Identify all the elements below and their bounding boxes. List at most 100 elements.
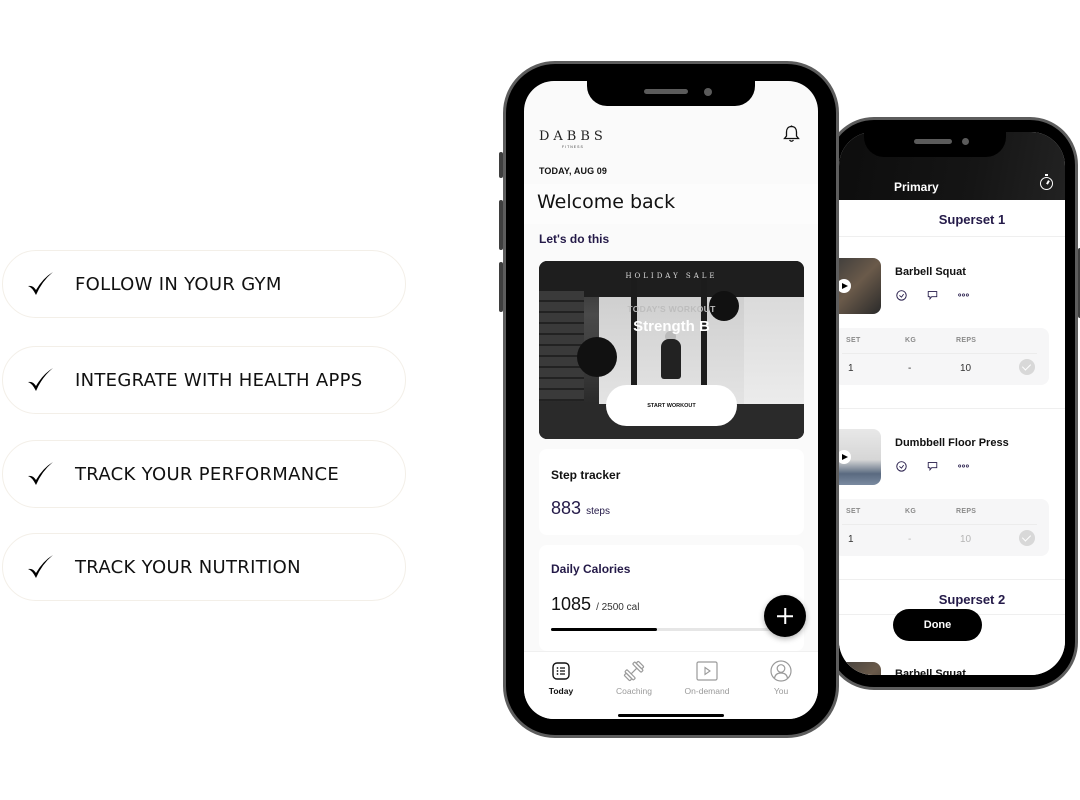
- reps-header: REPS: [956, 337, 977, 344]
- mute-switch: [499, 152, 503, 178]
- more-icon[interactable]: [957, 460, 970, 472]
- complete-set-checkbox[interactable]: [1019, 359, 1035, 375]
- kg-input[interactable]: -: [908, 363, 911, 374]
- dabbs-fitness-logo: DABBS FITNESS: [539, 129, 607, 149]
- set-value: 1: [848, 534, 854, 545]
- kg-header: KG: [905, 337, 917, 344]
- exercise-thumbnail[interactable]: [839, 258, 881, 314]
- exercise-name[interactable]: Dumbbell Floor Press: [895, 437, 1009, 449]
- card-title: Daily Calories: [551, 562, 631, 576]
- feature-pill: INTEGRATE WITH HEALTH APPS: [2, 346, 406, 414]
- set-table: SET KG REPS 1 - 10: [839, 499, 1049, 556]
- exercise-actions: [895, 289, 970, 301]
- phone-mockup-workout: Primary Superset 1 Barbell Squat SET KG …: [826, 117, 1080, 690]
- divider: [839, 408, 1065, 409]
- calorie-value: 1085: [551, 594, 592, 614]
- done-button[interactable]: Done: [893, 609, 982, 641]
- complete-set-checkbox[interactable]: [1019, 530, 1035, 546]
- tab-label: Today: [548, 686, 574, 696]
- background-image: [577, 337, 617, 377]
- feature-label: FOLLOW IN YOUR GYM: [75, 273, 282, 295]
- tab-label: Coaching: [616, 686, 652, 696]
- comment-icon[interactable]: [926, 460, 939, 472]
- calorie-count: 1085 / 2500 cal: [551, 594, 639, 615]
- history-icon[interactable]: [895, 289, 908, 301]
- play-icon: [672, 660, 742, 682]
- tab-on-demand[interactable]: On-demand: [672, 660, 742, 696]
- workout-content: Superset 1 Barbell Squat SET KG REPS 1 -…: [839, 202, 1065, 675]
- volume-up-button: [499, 200, 503, 250]
- divider: [839, 579, 1065, 580]
- feature-pill: TRACK YOUR NUTRITION: [2, 533, 406, 601]
- superset-title: Superset 1: [938, 212, 1006, 227]
- phone-mockup-today: DABBS FITNESS TODAY, AUG 09 Welcome back…: [499, 61, 839, 738]
- set-value: 1: [848, 363, 854, 374]
- add-button[interactable]: [764, 595, 806, 637]
- checkmark-icon: [3, 552, 73, 582]
- set-header: SET: [846, 508, 861, 515]
- reps-input[interactable]: 10: [960, 363, 971, 374]
- exercise-thumbnail[interactable]: [839, 662, 881, 675]
- checkmark-icon: [3, 459, 73, 489]
- logo-wordmark: DABBS: [539, 129, 607, 144]
- background-image: [744, 281, 804, 406]
- step-tracker-card[interactable]: Step tracker 883 steps: [539, 449, 804, 535]
- banner-text: HOLIDAY SALE: [625, 272, 718, 280]
- play-icon[interactable]: [839, 450, 851, 464]
- feature-label: TRACK YOUR NUTRITION: [75, 556, 301, 578]
- feature-label: TRACK YOUR PERFORMANCE: [75, 463, 340, 485]
- volume-down-button: [499, 262, 503, 312]
- tab-label: On-demand: [684, 686, 730, 696]
- tab-you[interactable]: You: [746, 660, 816, 696]
- exercise-thumbnail[interactable]: [839, 429, 881, 485]
- speaker: [644, 89, 688, 94]
- more-icon[interactable]: [957, 289, 970, 301]
- checkmark-icon: [3, 365, 73, 395]
- daily-calories-card[interactable]: Daily Calories 1085 / 2500 cal: [539, 545, 804, 651]
- phone-notch: [864, 130, 1006, 157]
- phone-screen: Primary Superset 1 Barbell Squat SET KG …: [839, 132, 1065, 675]
- speaker: [914, 139, 952, 144]
- step-unit: steps: [586, 506, 610, 517]
- kg-input[interactable]: -: [908, 534, 911, 545]
- feature-pill: FOLLOW IN YOUR GYM: [2, 250, 406, 318]
- tab-coaching[interactable]: Coaching: [599, 660, 669, 696]
- calorie-unit: / 2500 cal: [596, 602, 640, 613]
- user-icon: [746, 660, 816, 682]
- bottom-tab-bar: Today Coaching On-demand You: [524, 651, 818, 719]
- exercise-name[interactable]: Barbell Squat: [895, 668, 966, 675]
- logo-subtitle: FITNESS: [562, 145, 584, 149]
- camera: [704, 87, 712, 96]
- start-workout-button[interactable]: START WORKOUT: [606, 385, 737, 426]
- workout-title: Primary: [894, 180, 939, 194]
- todays-workout-label: TODAY'S WORKOUT: [627, 304, 716, 314]
- divider: [842, 353, 1037, 354]
- set-table: SET KG REPS 1 - 10: [839, 328, 1049, 385]
- phone-notch: [587, 81, 755, 106]
- today-date: TODAY, AUG 09: [539, 166, 607, 176]
- feature-pill: TRACK YOUR PERFORMANCE: [2, 440, 406, 508]
- exercise-actions: [895, 460, 970, 472]
- tab-label: You: [773, 686, 789, 696]
- camera: [962, 138, 969, 145]
- timer-icon[interactable]: [1040, 174, 1053, 190]
- exercise-name[interactable]: Barbell Squat: [895, 266, 966, 278]
- comment-icon[interactable]: [926, 289, 939, 301]
- bell-icon[interactable]: [783, 125, 800, 148]
- history-icon[interactable]: [895, 460, 908, 472]
- step-value: 883: [551, 498, 582, 518]
- divider: [839, 236, 1065, 237]
- reps-input[interactable]: 10: [960, 534, 971, 545]
- todays-workout-card[interactable]: HOLIDAY SALE TODAY'S WORKOUT Strength B …: [539, 261, 804, 439]
- dumbbell-icon: [599, 660, 669, 682]
- background-image: [661, 339, 681, 379]
- calorie-progress-fill: [551, 628, 657, 631]
- list-icon: [526, 660, 596, 682]
- home-indicator[interactable]: [618, 714, 724, 717]
- step-count: 883 steps: [551, 498, 610, 519]
- welcome-heading: Welcome back: [537, 191, 676, 213]
- workout-name: Strength B: [633, 318, 710, 335]
- play-icon[interactable]: [839, 279, 851, 293]
- tab-today[interactable]: Today: [526, 660, 596, 696]
- calorie-progress-bar: [551, 628, 776, 631]
